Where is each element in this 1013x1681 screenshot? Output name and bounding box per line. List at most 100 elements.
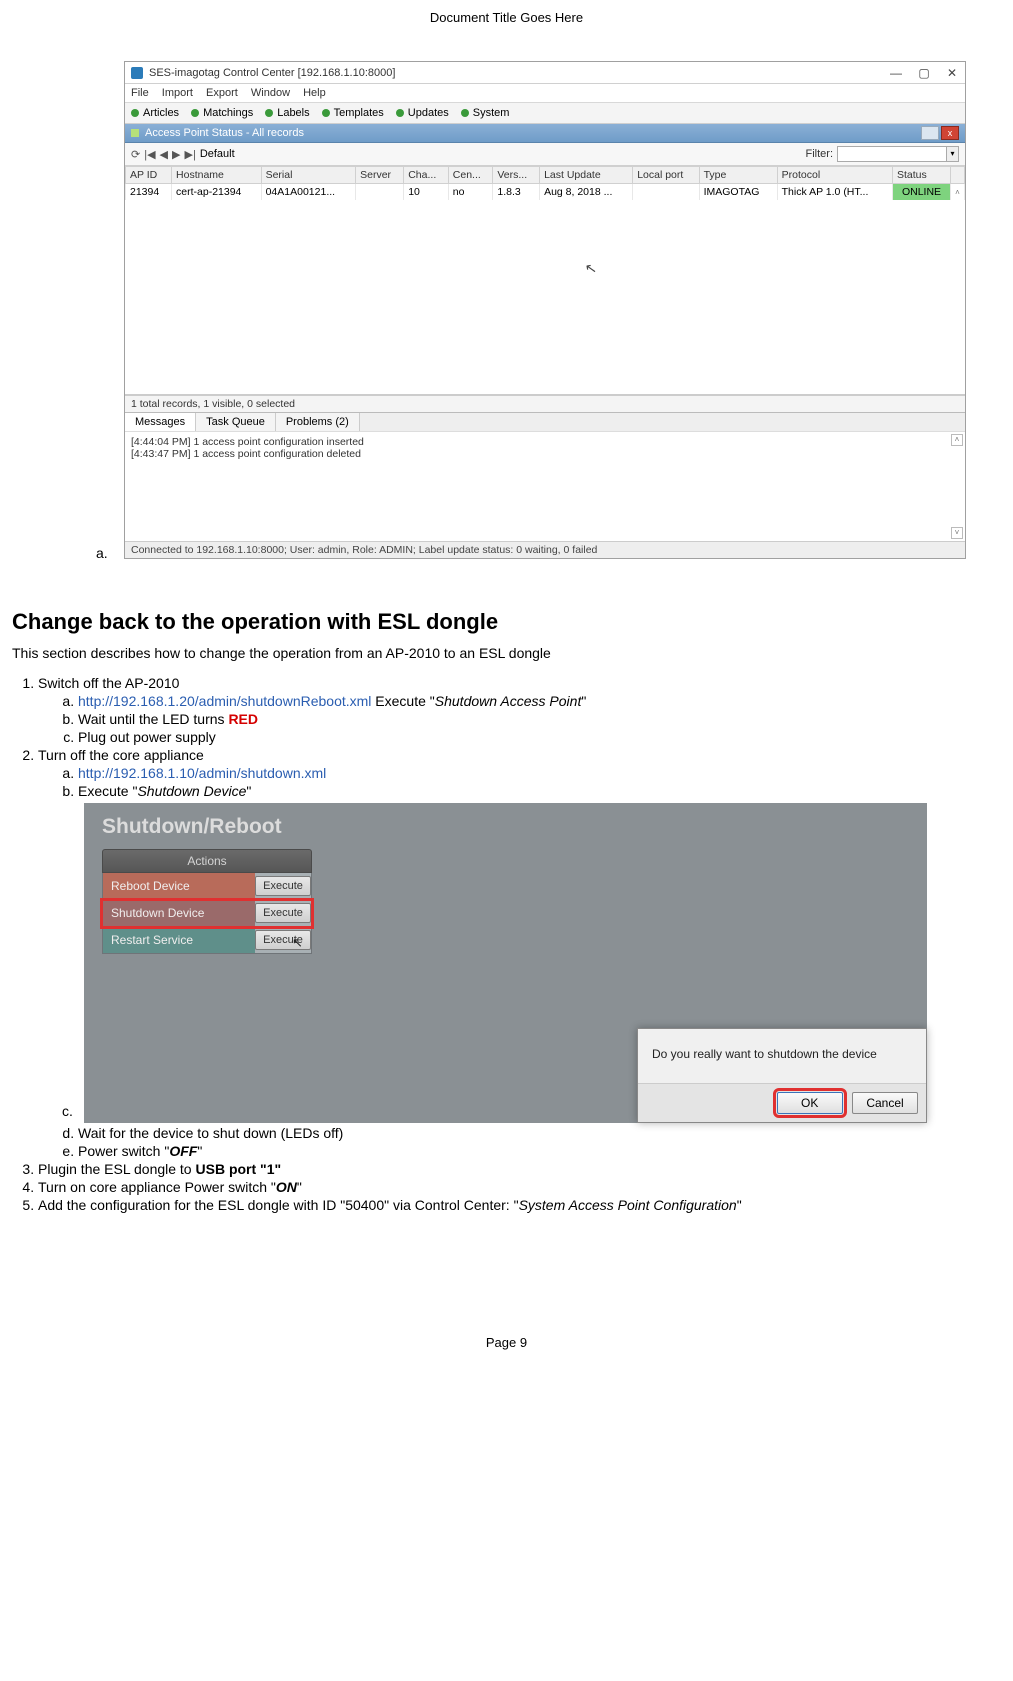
nav-first-button[interactable]: |◀ bbox=[144, 148, 155, 161]
figure-1: a. SES-imagotag Control Center [192.168.… bbox=[12, 31, 1001, 569]
shutdown-execute-button[interactable]: Execute bbox=[255, 903, 311, 923]
nav-next-button[interactable]: ▶ bbox=[172, 148, 180, 161]
cell-apid: 21394 bbox=[126, 184, 172, 201]
menu-bar: File Import Export Window Help bbox=[125, 84, 965, 103]
row-shutdown-device: Shutdown Device Execute bbox=[102, 900, 312, 927]
dialog-message: Do you really want to shutdown the devic… bbox=[638, 1029, 926, 1083]
status-dot-icon bbox=[131, 109, 139, 117]
cell-version: 1.8.3 bbox=[493, 184, 540, 201]
filter-label: Filter: bbox=[806, 148, 834, 160]
col-hostname[interactable]: Hostname bbox=[172, 167, 262, 184]
cell-channel: 10 bbox=[404, 184, 449, 201]
shutdown-reboot-screenshot: Shutdown/Reboot Actions Reboot Device Ex… bbox=[84, 803, 927, 1123]
col-server[interactable]: Server bbox=[356, 167, 404, 184]
tab-matchings[interactable]: Matchings bbox=[191, 107, 253, 119]
refresh-button[interactable]: ⟳ bbox=[131, 148, 140, 161]
grid-toolbar: ⟳ |◀ ◀ ▶ ▶| Default Filter: ▾ bbox=[125, 143, 965, 166]
tab-templates[interactable]: Templates bbox=[322, 107, 384, 119]
step-2d: Wait for the device to shut down (LEDs o… bbox=[78, 1125, 1001, 1141]
shutdown-reboot-link[interactable]: http://192.168.1.20/admin/shutdownReboot… bbox=[78, 693, 371, 709]
minimize-button[interactable]: — bbox=[889, 66, 903, 80]
filter-dropdown-icon[interactable]: ▾ bbox=[947, 146, 959, 162]
app-icon bbox=[131, 67, 143, 79]
text: Execute " bbox=[371, 693, 434, 709]
col-protocol[interactable]: Protocol bbox=[777, 167, 892, 184]
col-lastupdate[interactable]: Last Update bbox=[540, 167, 633, 184]
panel-close-icon[interactable]: x bbox=[941, 126, 959, 140]
cursor-icon: ↖ bbox=[584, 259, 599, 278]
tab-updates[interactable]: Updates bbox=[396, 107, 449, 119]
row-reboot-device: Reboot Device Execute bbox=[102, 873, 312, 900]
panel-header: Access Point Status - All records x bbox=[125, 124, 965, 143]
cell-status: ONLINE bbox=[892, 184, 950, 201]
col-center[interactable]: Cen... bbox=[448, 167, 493, 184]
scroll-up-icon[interactable]: ˄ bbox=[951, 434, 963, 446]
tab-system[interactable]: System bbox=[461, 107, 510, 119]
shutdown-link[interactable]: http://192.168.1.10/admin/shutdown.xml bbox=[78, 765, 326, 781]
ok-button[interactable]: OK bbox=[777, 1092, 843, 1114]
close-button[interactable]: ✕ bbox=[945, 66, 959, 80]
log-line: [4:44:04 PM] 1 access point configuratio… bbox=[131, 436, 959, 448]
filter-input[interactable] bbox=[837, 146, 947, 162]
tab-problems[interactable]: Problems (2) bbox=[276, 413, 360, 431]
menu-help[interactable]: Help bbox=[303, 87, 326, 99]
tab-taskqueue[interactable]: Task Queue bbox=[196, 413, 276, 431]
cell-lastupdate: Aug 8, 2018 ... bbox=[540, 184, 633, 201]
status-dot-icon bbox=[265, 109, 273, 117]
steps-list: Switch off the AP-2010 http://192.168.1.… bbox=[38, 675, 1001, 1213]
col-type[interactable]: Type bbox=[699, 167, 777, 184]
menu-file[interactable]: File bbox=[131, 87, 149, 99]
cell-protocol: Thick AP 1.0 (HT... bbox=[777, 184, 892, 201]
tab-articles[interactable]: Articles bbox=[131, 107, 179, 119]
col-localport[interactable]: Local port bbox=[633, 167, 699, 184]
menu-window[interactable]: Window bbox=[251, 87, 290, 99]
nav-last-button[interactable]: ▶| bbox=[184, 148, 195, 161]
scroll-up-icon[interactable]: ˄ bbox=[951, 184, 965, 201]
cancel-button[interactable]: Cancel bbox=[852, 1092, 918, 1114]
table-row[interactable]: 21394 cert-ap-21394 04A1A00121... 10 no … bbox=[126, 184, 965, 201]
cell-localport bbox=[633, 184, 699, 201]
cell-hostname: cert-ap-21394 bbox=[172, 184, 262, 201]
maximize-button[interactable]: ▢ bbox=[917, 66, 931, 80]
col-apid[interactable]: AP ID bbox=[126, 167, 172, 184]
panel-detach-icon[interactable] bbox=[921, 126, 939, 140]
tab-messages[interactable]: Messages bbox=[125, 413, 196, 431]
col-version[interactable]: Vers... bbox=[493, 167, 540, 184]
shutdown-device-label: Shutdown Device bbox=[103, 900, 255, 926]
shutdown-panel-title: Shutdown/Reboot bbox=[102, 815, 312, 839]
bold-off: OFF bbox=[169, 1143, 197, 1159]
menu-import[interactable]: Import bbox=[162, 87, 193, 99]
section-heading: Change back to the operation with ESL do… bbox=[12, 609, 1001, 635]
col-channel[interactable]: Cha... bbox=[404, 167, 449, 184]
menu-export[interactable]: Export bbox=[206, 87, 238, 99]
status-dot-icon bbox=[396, 109, 404, 117]
step-1: Switch off the AP-2010 http://192.168.1.… bbox=[38, 675, 1001, 745]
window-titlebar: SES-imagotag Control Center [192.168.1.1… bbox=[125, 62, 965, 84]
cursor-icon: ↖ bbox=[292, 935, 303, 951]
nav-prev-button[interactable]: ◀ bbox=[160, 148, 168, 161]
col-serial[interactable]: Serial bbox=[261, 167, 356, 184]
scroll-down-icon[interactable]: ˅ bbox=[951, 527, 963, 539]
step-1c: Plug out power supply bbox=[78, 729, 1001, 745]
row-restart-service: Restart Service Execute bbox=[102, 927, 312, 954]
page-header: Document Title Goes Here bbox=[0, 0, 1013, 31]
status-dot-icon bbox=[461, 109, 469, 117]
col-scroll bbox=[951, 167, 965, 184]
grid-empty-area: ↖ bbox=[125, 200, 965, 395]
page-footer: Page 9 bbox=[0, 1215, 1013, 1370]
figure-2-label: c. bbox=[62, 1103, 73, 1119]
main-tab-bar: Articles Matchings Labels Templates Upda… bbox=[125, 103, 965, 124]
col-status[interactable]: Status bbox=[892, 167, 950, 184]
bold-usb: USB port "1" bbox=[196, 1161, 282, 1177]
status-dot-icon bbox=[322, 109, 330, 117]
actions-header: Actions bbox=[102, 849, 312, 873]
reboot-execute-button[interactable]: Execute bbox=[255, 876, 311, 896]
step-2e: Power switch "OFF" bbox=[78, 1143, 1001, 1159]
tab-labels[interactable]: Labels bbox=[265, 107, 309, 119]
bottom-tab-bar: Messages Task Queue Problems (2) bbox=[125, 412, 965, 431]
window-title: SES-imagotag Control Center [192.168.1.1… bbox=[149, 67, 889, 79]
log-line: [4:43:47 PM] 1 access point configuratio… bbox=[131, 448, 959, 460]
step-2b: Execute "Shutdown Device" bbox=[78, 783, 1001, 799]
step-1a: http://192.168.1.20/admin/shutdownReboot… bbox=[78, 693, 1001, 709]
records-status-line: 1 total records, 1 visible, 0 selected bbox=[125, 395, 965, 412]
